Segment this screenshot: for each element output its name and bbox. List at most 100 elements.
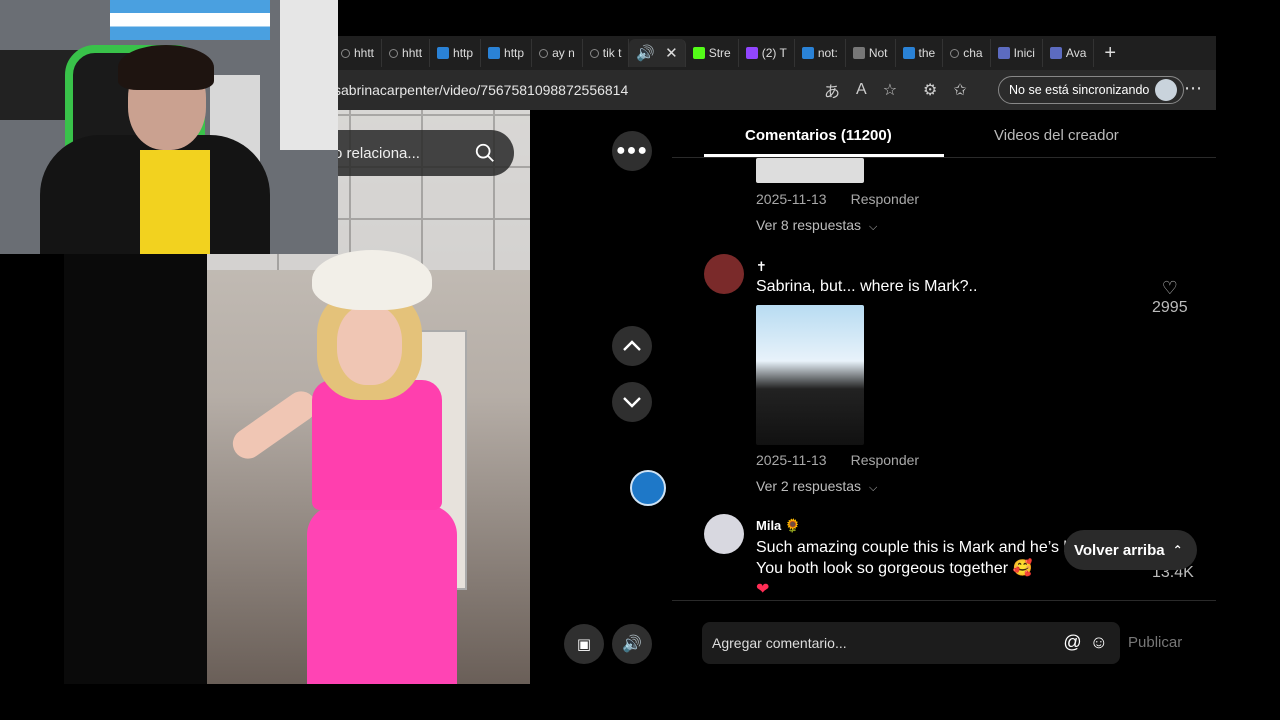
previous-video-button[interactable]	[612, 326, 652, 366]
next-video-button[interactable]	[612, 382, 652, 422]
face	[337, 305, 402, 385]
tab-label: hhtt	[402, 46, 423, 60]
cowboy-hat	[312, 250, 432, 310]
comment-input[interactable]: Agregar comentario... @ ☺	[702, 622, 1120, 664]
tab-8[interactable]: Stre	[686, 39, 739, 67]
tab-10[interactable]: not:	[795, 39, 846, 67]
tab-active[interactable]: 🔊 ✕	[629, 39, 686, 67]
view-replies-button[interactable]: Ver 2 respuestas ⌵	[756, 478, 877, 495]
comment-author[interactable]: Mila 🌻	[756, 518, 801, 534]
publish-button[interactable]: Publicar	[1128, 634, 1182, 651]
tab-13[interactable]: cha	[943, 39, 991, 67]
star-icon[interactable]: ☆	[883, 80, 897, 100]
tab-label: Ava	[1065, 46, 1087, 60]
tab-label: hhtt	[354, 46, 375, 60]
twitch-icon	[745, 47, 758, 59]
more-options-button[interactable]: ●●●	[612, 131, 652, 171]
tab-14[interactable]: Inici	[991, 39, 1043, 67]
tab-15[interactable]: Ava	[1043, 39, 1095, 67]
translate-icon[interactable]: あ	[824, 78, 840, 102]
view-replies-label: Ver 8 respuestas	[756, 217, 862, 233]
search-icon[interactable]	[474, 142, 496, 164]
comment-date: 2025-11-13	[756, 191, 827, 207]
avatar[interactable]	[704, 514, 744, 554]
avatar	[1155, 79, 1178, 101]
arm	[226, 385, 323, 465]
webcam-overlay	[0, 0, 338, 254]
comment-placeholder: Agregar comentario...	[712, 635, 847, 651]
dots-icon: ●●●	[616, 142, 648, 159]
bing-icon	[488, 47, 501, 59]
tab-2[interactable]: hhtt	[382, 39, 431, 67]
speaker-icon: 🔊	[622, 636, 642, 653]
roblox-icon	[1049, 47, 1062, 59]
search-icon	[341, 48, 350, 58]
tab-9[interactable]: (2) T	[739, 39, 795, 67]
tab-comments[interactable]: Comentarios (11200)	[745, 127, 892, 144]
emoji-icon[interactable]: ☺	[1090, 632, 1108, 653]
comment-text: Sabrina, but... where is Mark?..	[756, 278, 978, 295]
speaker-icon[interactable]: 🔊	[636, 44, 655, 62]
url-field[interactable]: sabrinacarpenter/video/75675810988725568…	[334, 82, 628, 98]
like-button[interactable]: ♡ 2995	[1152, 278, 1188, 317]
back-to-top-label: Volver arriba	[1074, 541, 1165, 559]
comment-image[interactable]	[756, 158, 864, 183]
pip-button[interactable]: ▣	[564, 624, 604, 664]
favorites-icon[interactable]: ✩	[953, 80, 966, 100]
close-icon[interactable]: ✕	[665, 44, 678, 62]
page-icon	[852, 47, 865, 59]
pip-icon: ▣	[576, 636, 592, 653]
tab-label: tik t	[602, 46, 622, 60]
double-chevron-up-icon: ⌃	[1172, 543, 1183, 557]
tab-creator-videos[interactable]: Videos del creador	[994, 127, 1119, 144]
tab-label: Inici	[1013, 46, 1035, 60]
search-icon	[539, 48, 549, 58]
tab-label: http	[453, 46, 474, 60]
reply-button[interactable]: Responder	[851, 191, 920, 207]
tab-3[interactable]: http	[430, 39, 482, 67]
bing-icon	[902, 47, 915, 59]
window	[280, 0, 338, 150]
comments-tabs: Comentarios (11200) Videos del creador	[672, 110, 1216, 158]
tab-label: the	[918, 46, 936, 60]
more-menu-icon[interactable]: ⋯	[1184, 78, 1202, 99]
extensions-icon[interactable]: ⚙	[923, 80, 937, 100]
tab-12[interactable]: the	[896, 39, 944, 67]
heart-icon: ♡	[1161, 278, 1178, 298]
tab-4[interactable]: http	[481, 39, 533, 67]
tab-6[interactable]: tik t	[583, 39, 630, 67]
tab-11[interactable]: Not	[846, 39, 896, 67]
chevron-down-icon	[623, 397, 641, 408]
view-replies-label: Ver 2 respuestas	[756, 478, 862, 494]
new-tab-icon[interactable]: +	[1094, 42, 1126, 65]
comment-image[interactable]	[756, 305, 864, 445]
bing-icon	[437, 47, 450, 59]
avatar[interactable]	[704, 254, 744, 294]
tab-label: (2) T	[761, 46, 787, 60]
kick-icon	[692, 47, 705, 59]
like-count: 2995	[1152, 299, 1188, 316]
tab-5[interactable]: ay n	[532, 39, 583, 67]
volume-button[interactable]: 🔊	[612, 624, 652, 664]
search-icon	[589, 48, 599, 58]
sync-button[interactable]: No se está sincronizando	[998, 76, 1185, 104]
pants	[307, 505, 457, 684]
comment-meta: 2025-11-13 Responder	[756, 452, 919, 468]
tab-label: Not	[868, 46, 888, 60]
tab-1[interactable]: hhtt	[334, 39, 383, 67]
back-to-top-button[interactable]: Volver arriba ⌃	[1064, 530, 1197, 570]
reply-button[interactable]: Responder	[851, 452, 920, 468]
mention-icon[interactable]: @	[1063, 632, 1081, 653]
search-icon	[950, 48, 960, 58]
search-icon	[389, 48, 399, 58]
comments-panel: Comentarios (11200) Videos del creador 2…	[672, 110, 1216, 684]
comment-author[interactable]: ✝	[756, 259, 767, 275]
tab-label: ay n	[552, 46, 575, 60]
tab-label: Stre	[708, 46, 731, 60]
comment-meta: 2025-11-13 Responder	[756, 191, 919, 207]
view-replies-button[interactable]: Ver 8 respuestas ⌵	[756, 217, 877, 234]
sync-label: No se está sincronizando	[1009, 83, 1150, 97]
chevron-down-icon: ⌵	[868, 221, 878, 233]
heart-emoji: ❤	[756, 581, 770, 598]
read-aloud-icon[interactable]: A	[856, 81, 867, 99]
